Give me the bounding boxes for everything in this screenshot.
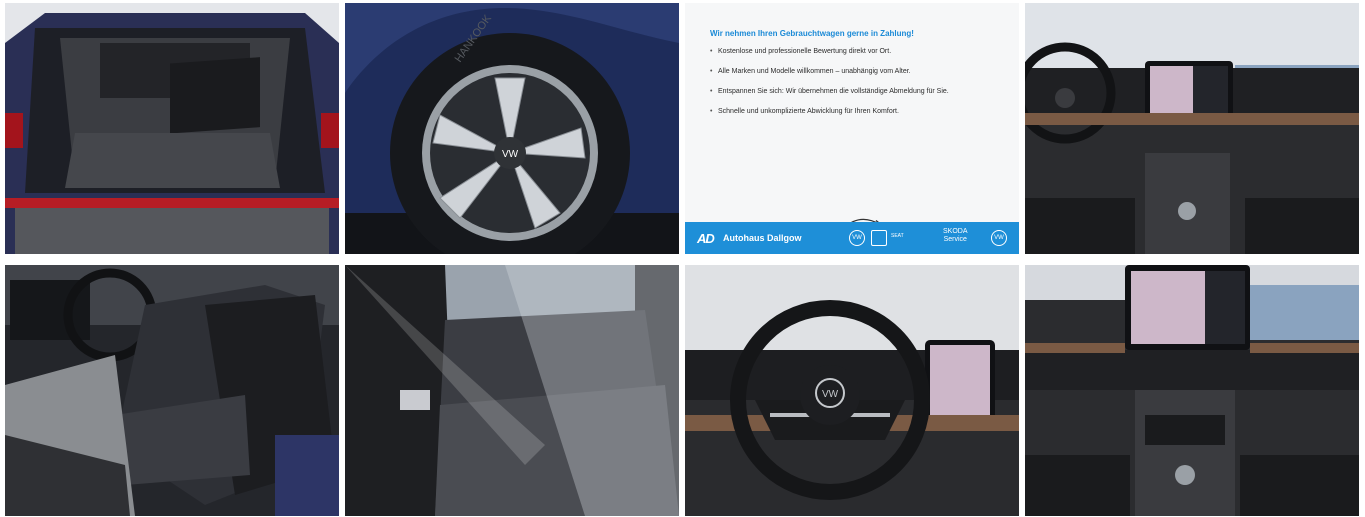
vw-commercial-logo-icon: VW <box>991 230 1007 246</box>
dealer-logo-icon: AD <box>697 231 715 246</box>
benefit-list: • Kostenlose und professionelle Bewertung… <box>710 47 949 127</box>
dealer-footer: AD Autohaus Dallgow VW SEAT SKODA Service… <box>685 222 1019 254</box>
center-console-image <box>1025 265 1359 516</box>
steering-wheel-image: VW <box>685 265 1019 516</box>
front-seats-image <box>5 265 339 516</box>
skoda-service-logo: SKODA Service <box>943 228 968 243</box>
seat-logo-icon: SEAT <box>891 233 904 239</box>
card-headline: Wir nehmen Ihren Gebrauchtwagen gerne in… <box>710 29 914 38</box>
rear-seats-image <box>345 265 679 516</box>
trunk-photo[interactable] <box>5 3 339 254</box>
vw-logo-icon: VW <box>849 230 865 246</box>
cupra-logo-icon <box>871 230 887 246</box>
dashboard-image <box>1025 3 1359 254</box>
svg-text:VW: VW <box>822 389 839 400</box>
trunk-image <box>5 3 339 254</box>
benefit-item: • Kostenlose und professionelle Bewertung… <box>710 48 892 55</box>
wheel-photo[interactable]: VW HANKOOK <box>345 3 679 254</box>
svg-text:VW: VW <box>502 149 519 160</box>
benefit-item: • Alle Marken und Modelle willkommen – un… <box>710 68 911 75</box>
benefit-item: • Schnelle und unkomplizierte Abwicklung … <box>710 108 899 115</box>
steering-wheel-photo[interactable]: VW <box>685 265 1019 516</box>
trade-in-card[interactable]: Wir nehmen Ihren Gebrauchtwagen gerne in… <box>685 3 1019 254</box>
front-seats-photo[interactable] <box>5 265 339 516</box>
dashboard-photo[interactable] <box>1025 3 1359 254</box>
wheel-image: VW HANKOOK <box>345 3 679 254</box>
dealer-name: Autohaus Dallgow <box>723 233 802 243</box>
benefit-item: • Entspannen Sie sich: Wir übernehmen die… <box>710 88 949 95</box>
center-console-photo[interactable] <box>1025 265 1359 516</box>
rear-seats-photo[interactable] <box>345 265 679 516</box>
